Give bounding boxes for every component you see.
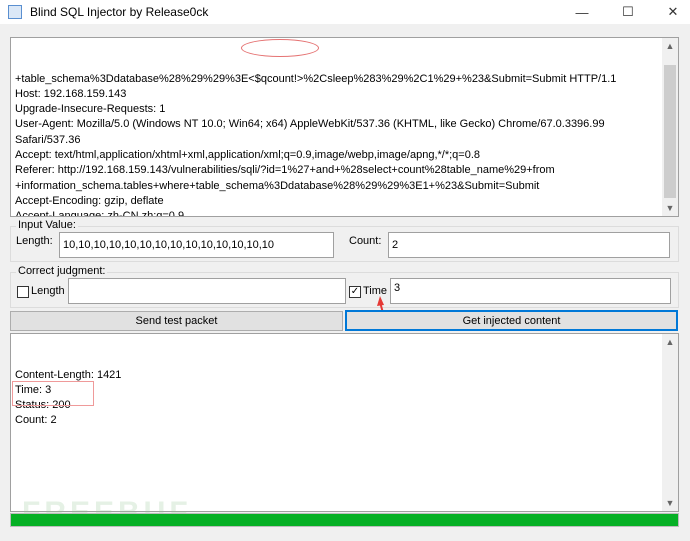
time-checkbox[interactable]: ✓ bbox=[349, 286, 361, 298]
scroll-down-icon[interactable]: ▼ bbox=[662, 200, 678, 216]
output-scrollbar[interactable]: ▲ ▼ bbox=[662, 334, 678, 511]
text-line: Host: 192.168.159.143 bbox=[15, 87, 127, 100]
length-check-label: Length bbox=[31, 285, 65, 297]
minimize-button[interactable]: — bbox=[564, 0, 600, 24]
request-text: +table_schema%3Ddatabase%28%29%29%3E<$qc… bbox=[15, 72, 674, 217]
get-injected-content-button[interactable]: Get injected content bbox=[345, 310, 678, 331]
text-line: +information_schema.tables+where+table_s… bbox=[15, 179, 540, 192]
highlight-ellipse bbox=[241, 39, 319, 57]
correct-judgment-label: Correct judgment: bbox=[16, 265, 108, 277]
highlight-box bbox=[12, 381, 94, 406]
request-scrollbar[interactable]: ▲ ▼ bbox=[662, 38, 678, 216]
scroll-thumb[interactable] bbox=[664, 65, 676, 198]
maximize-button[interactable]: ☐ bbox=[610, 0, 646, 24]
scroll-down-icon[interactable]: ▼ bbox=[662, 495, 678, 511]
text-line: Upgrade-Insecure-Requests: 1 bbox=[15, 103, 166, 116]
length-input[interactable]: 10,10,10,10,10,10,10,10,10,10,10,10,10,1… bbox=[59, 232, 334, 258]
text-line: User-Agent: Mozilla/5.0 (Windows NT 10.0… bbox=[15, 118, 605, 131]
text-line: Safari/537.36 bbox=[15, 133, 81, 146]
text-line: Accept-Language: zh-CN,zh;q=0.9 bbox=[15, 210, 185, 217]
scroll-up-icon[interactable]: ▲ bbox=[662, 334, 678, 350]
text-line: Accept: text/html,application/xhtml+xml,… bbox=[15, 149, 481, 162]
length-label: Length: bbox=[16, 235, 53, 247]
progress-bar bbox=[10, 513, 679, 527]
text-line: Count: 2 bbox=[15, 414, 57, 427]
scroll-up-icon[interactable]: ▲ bbox=[662, 38, 678, 54]
text-line: +table_schema%3Ddatabase%28%29%29%3E<$qc… bbox=[15, 72, 617, 85]
count-label: Count: bbox=[349, 235, 382, 247]
request-textarea[interactable]: +table_schema%3Ddatabase%28%29%29%3E<$qc… bbox=[10, 37, 679, 217]
text-line: Status: 200 bbox=[15, 399, 71, 412]
judgment-length-input[interactable] bbox=[68, 278, 346, 304]
progress-fill bbox=[11, 514, 678, 526]
count-input[interactable]: 2 bbox=[388, 232, 670, 258]
output-text: Content-Length: 1421 Time: 3 Status: 200 Co… bbox=[15, 368, 674, 429]
input-value-label: Input Value: bbox=[16, 219, 78, 231]
output-textarea[interactable]: Content-Length: 1421 Time: 3 Status: 200 Co… bbox=[10, 333, 679, 512]
text-line: Content-Length: 1421 bbox=[15, 368, 122, 381]
send-test-packet-button[interactable]: Send test packet bbox=[10, 311, 343, 331]
app-icon bbox=[8, 5, 22, 19]
title-bar: Blind SQL Injector by Release0ck — ☐ ✕ bbox=[0, 0, 690, 24]
text-line: Referer: http://192.168.159.143/vulnerab… bbox=[15, 164, 555, 177]
judgment-time-input[interactable]: 3 bbox=[390, 278, 671, 304]
text-line: Time: 3 bbox=[15, 383, 52, 396]
window-title: Blind SQL Injector by Release0ck bbox=[30, 5, 209, 19]
close-button[interactable]: ✕ bbox=[655, 0, 690, 24]
length-checkbox[interactable] bbox=[17, 286, 29, 298]
text-line: Accept-Encoding: gzip, deflate bbox=[15, 194, 164, 207]
